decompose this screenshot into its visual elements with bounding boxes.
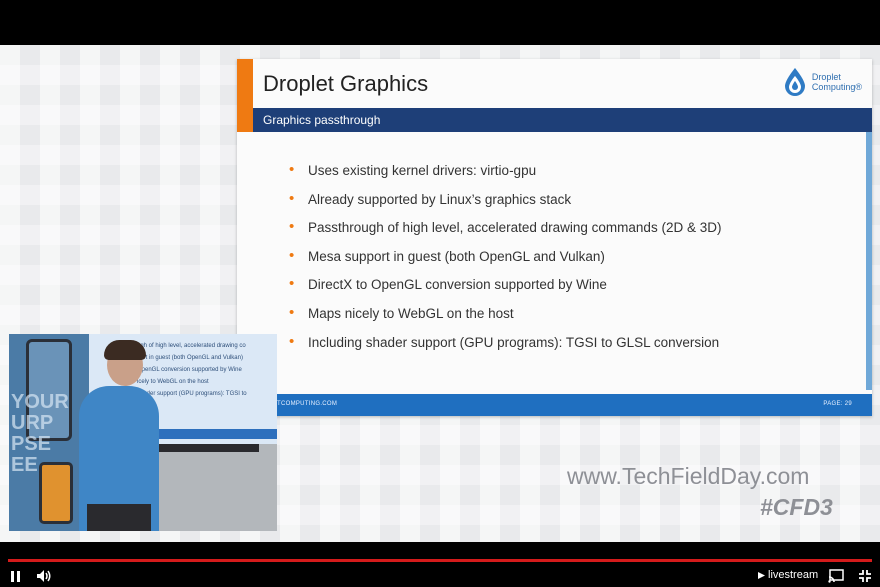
volume-icon [37, 570, 51, 582]
brand-label: livestream [768, 569, 819, 581]
pip-screen-text: ugh of high level, accelerated drawing c… [137, 340, 247, 400]
section-banner: Graphics passthrough [253, 108, 872, 132]
cast-icon [828, 569, 844, 583]
droplet-logo-icon [784, 68, 805, 96]
livestream-brand[interactable]: livestream [757, 569, 818, 581]
watermark-hashtag: #CFD3 [760, 494, 833, 520]
pause-button[interactable] [8, 569, 22, 583]
droplet-logo-text: Droplet Computing® [812, 72, 862, 92]
pause-icon [10, 570, 14, 582]
watermark-site: www.TechFieldDay.com [567, 463, 810, 489]
bullet-item: Already supported by Linux’s graphics st… [289, 190, 721, 221]
logo-line-2: Computing® [811, 82, 862, 92]
bullet-item: Passthrough of high level, accelerated d… [289, 218, 721, 249]
logo-line-1: Droplet [811, 72, 841, 82]
footer-page-number: PAGE: 29 [823, 401, 852, 407]
footer-site: TCOMPUTING.COM [277, 401, 338, 407]
player-controls: livestream [0, 542, 880, 587]
slide-footer: TCOMPUTING.COM PAGE: 29 [237, 394, 872, 416]
pip-screen-line: icely to WebGL on the host [137, 379, 209, 385]
pip-screen-line: OpenGL conversion supported by Wine [137, 367, 242, 373]
pip-phone-graphic-2 [39, 462, 73, 524]
slide-accent-bar [237, 59, 253, 132]
presenter-hair [104, 340, 146, 360]
bullet-item: Maps nicely to WebGL on the host [289, 304, 721, 335]
bullet-item: Including shader support (GPU programs):… [289, 333, 721, 364]
progress-bar[interactable] [8, 559, 872, 562]
presentation-slide: Droplet Graphics Droplet Computing® Grap… [237, 59, 872, 416]
exit-fullscreen-button[interactable] [858, 569, 872, 583]
bullet-item: DirectX to OpenGL conversion supported b… [289, 275, 721, 306]
volume-button[interactable] [36, 569, 52, 583]
video-frame[interactable]: Droplet Graphics Droplet Computing® Grap… [0, 45, 880, 542]
pause-icon [16, 570, 20, 582]
pip-screen-line: ugh of high level, accelerated drawing c… [137, 343, 246, 349]
pip-screen-line: port in guest (both OpenGL and Vulkan) [137, 355, 243, 361]
bullet-item: Mesa support in guest (both OpenGL and V… [289, 247, 721, 278]
cast-button[interactable] [828, 569, 844, 583]
bullet-item: Uses existing kernel drivers: virtio-gpu [289, 161, 721, 192]
letterbox-top [0, 0, 880, 45]
bullet-list: Uses existing kernel drivers: virtio-gpu… [289, 161, 721, 364]
presenter-pants [87, 504, 151, 531]
livestream-logo-icon [758, 571, 765, 579]
camera-pip: ugh of high level, accelerated drawing c… [9, 334, 277, 531]
droplet-logo: Droplet Computing® [782, 67, 862, 97]
slide-side-bar [866, 132, 872, 390]
exit-fullscreen-icon [859, 570, 871, 582]
slide-title: Droplet Graphics [263, 71, 429, 96]
